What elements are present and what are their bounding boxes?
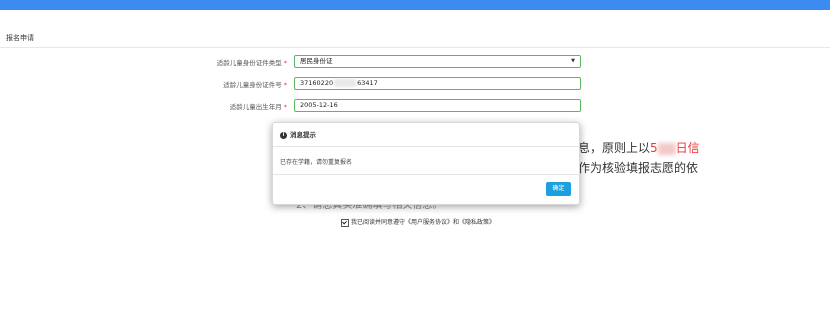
id-number-label: 适龄儿童身份证件号 * bbox=[223, 81, 287, 89]
dialog-message: 已存在学籍，请勿重复报名 bbox=[280, 159, 353, 166]
redacted-block bbox=[334, 79, 357, 87]
chevron-down-icon: ▼ bbox=[571, 58, 575, 64]
message-dialog: i 消息提示 已存在学籍，请勿重复报名 确定 bbox=[272, 122, 580, 205]
redacted-block bbox=[657, 142, 676, 155]
agreement-checkbox[interactable] bbox=[341, 218, 349, 227]
id-number-prefix: 37160220 bbox=[300, 79, 334, 87]
id-type-select[interactable]: 居民身份证 ▼ bbox=[294, 55, 581, 68]
birthdate-value: 2005-12-16 bbox=[300, 101, 338, 109]
section-title: 报名申请 bbox=[6, 34, 34, 42]
dialog-header: i 消息提示 bbox=[273, 123, 579, 147]
dialog-divider bbox=[273, 174, 579, 175]
birthdate-input[interactable]: 2005-12-16 bbox=[294, 99, 581, 112]
dialog-title: 消息提示 bbox=[290, 131, 316, 139]
id-type-value: 居民身份证 bbox=[300, 57, 333, 65]
id-type-label: 适龄儿童身份证件类型 * bbox=[216, 59, 287, 67]
notice-line-2: 作为核验填报志愿的依 bbox=[578, 161, 699, 175]
notice-line-1: 息，原则上以5 日信 bbox=[578, 141, 700, 155]
section-divider bbox=[0, 47, 830, 48]
agreement-text: 我已阅读并同意遵守《用户服务协议》和《隐私政策》 bbox=[351, 219, 496, 226]
confirm-button[interactable]: 确定 bbox=[546, 182, 571, 196]
birthdate-label: 适龄儿童出生年月 * bbox=[229, 103, 287, 111]
id-number-input[interactable]: 37160220 63417 bbox=[294, 77, 581, 90]
agreement-row[interactable]: 我已阅读并同意遵守《用户服务协议》和《隐私政策》 bbox=[341, 217, 495, 227]
info-icon: i bbox=[280, 131, 287, 139]
top-bar bbox=[0, 0, 830, 10]
id-number-suffix: 63417 bbox=[357, 79, 378, 87]
